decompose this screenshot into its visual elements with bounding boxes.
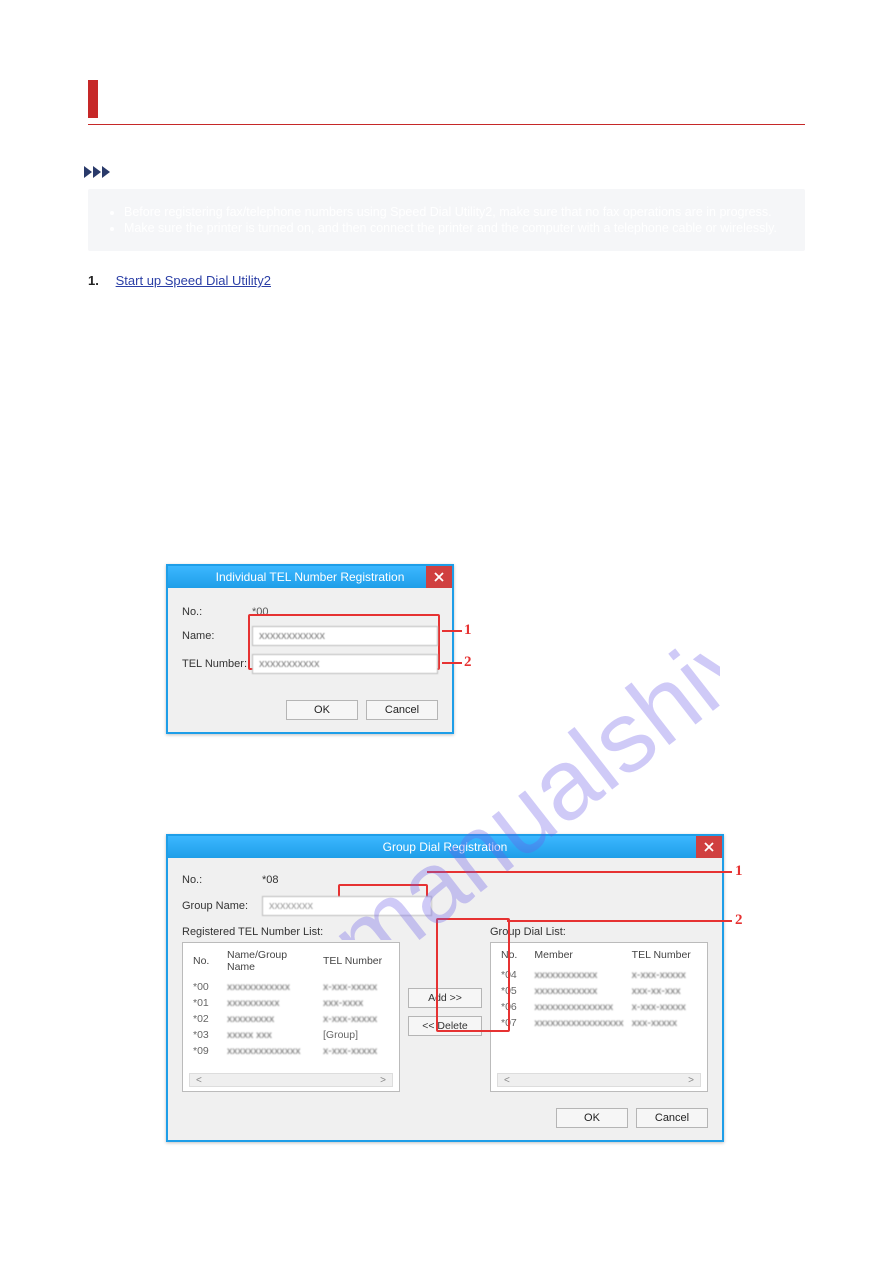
group-name-label: Group Name: — [182, 900, 262, 912]
note-label: Note — [130, 165, 159, 181]
step-number: 2. — [88, 310, 112, 325]
step-subtext: The menu is displayed with the printer n… — [116, 339, 805, 353]
registered-list-col: Registered TEL Number List: No. Name/Gro… — [182, 926, 400, 1092]
callout-2: 2 — [735, 912, 743, 929]
table-row[interactable]: *05xxxxxxxxxxxxxxx-xx-xxx — [497, 983, 701, 999]
title-accent-bar — [88, 80, 98, 118]
startup-link[interactable]: Start up Speed Dial Utility2 — [116, 273, 271, 288]
table-row[interactable]: *04xxxxxxxxxxxxx-xxx-xxxxx — [497, 967, 701, 983]
page-title-block: Registering a Fax/telephone Number Using… — [88, 80, 805, 125]
step-text: Click TEL Number Registration from Setti… — [116, 375, 427, 390]
after-dlg1: 1. Enter name. 2. Enter fax/telephone nu… — [130, 748, 805, 818]
step-number: 4. — [88, 440, 112, 455]
col-member: Member — [530, 947, 627, 967]
cancel-button[interactable]: Cancel — [366, 700, 438, 720]
add-button[interactable]: Add >> — [408, 988, 482, 1008]
group-list-label: Group Dial List: — [490, 926, 708, 938]
page-title: Registering a Fax/telephone Number Using… — [110, 80, 682, 118]
no-label: No.: — [182, 874, 262, 886]
step-number: 5. — [88, 505, 112, 520]
table-row[interactable]: *07xxxxxxxxxxxxxxxxxxxx-xxxxx — [497, 1015, 701, 1031]
group-name-input[interactable] — [262, 896, 432, 916]
no-value: *00 — [252, 606, 269, 618]
step-text: Select a printer from Printer Name: list… — [116, 310, 590, 325]
scrollbar[interactable]: <> — [497, 1073, 701, 1087]
ok-button[interactable]: OK — [556, 1108, 628, 1128]
no-value: *08 — [262, 874, 279, 886]
step-text: Select an unoccupied code from list, and… — [116, 440, 448, 455]
individual-tel-dialog: Individual TEL Number Registration No.: … — [166, 564, 454, 734]
scrollbar[interactable]: <> — [189, 1073, 393, 1087]
step-4: 4. Select an unoccupied code from list, … — [88, 440, 805, 483]
dialog-title-text: Group Dial Registration — [383, 840, 508, 854]
no-label: No.: — [182, 606, 252, 618]
table-row[interactable]: *00xxxxxxxxxxxxx-xxx-xxxxx — [189, 979, 393, 995]
note-box: Before registering fax/telephone numbers… — [88, 189, 805, 251]
col-tel: TEL Number — [319, 947, 393, 979]
name-label: Name: — [182, 630, 252, 642]
step-1: 1. Start up Speed Dial Utility2 — [88, 273, 805, 288]
transfer-buttons: Add >> << Delete — [408, 926, 482, 1092]
dialog-title-text: Individual TEL Number Registration — [216, 570, 405, 584]
group-list-col: Group Dial List: No. Member TEL Number *… — [490, 926, 708, 1092]
note-item: Make sure the printer is turned on, and … — [124, 221, 793, 235]
step-number: 1. — [88, 273, 112, 288]
note-arrows-icon — [84, 165, 122, 179]
callout-1: 1 — [735, 863, 743, 880]
name-input[interactable] — [252, 626, 438, 646]
note-item: Before registering fax/telephone numbers… — [124, 205, 793, 219]
close-button[interactable] — [696, 836, 722, 858]
dialog-titlebar: Group Dial Registration — [168, 836, 722, 858]
ok-button[interactable]: OK — [286, 700, 358, 720]
table-row[interactable]: *02xxxxxxxxxx-xxx-xxxxx — [189, 1011, 393, 1027]
table-row[interactable]: *09xxxxxxxxxxxxxxx-xxx-xxxxx — [189, 1043, 393, 1059]
table-row[interactable]: *01xxxxxxxxxxxxx-xxxx — [189, 995, 393, 1011]
enter-name-text: 1. Enter name. — [130, 748, 805, 762]
step5-bullet-b: If Register group dial is selected: — [130, 804, 805, 818]
delete-button[interactable]: << Delete — [408, 1016, 482, 1036]
tel-label: TEL Number: — [182, 658, 252, 670]
step-subtext: The Individual or Group Selection dialog… — [116, 469, 805, 483]
enter-tel-text: 2. Enter fax/telephone number. — [130, 772, 805, 786]
table-row[interactable]: *03xxxxx xxx[Group] — [189, 1027, 393, 1043]
note-section: Note Before registering fax/telephone nu… — [88, 165, 805, 251]
tel-input[interactable] — [252, 654, 438, 674]
callout-2: 2 — [464, 654, 472, 671]
callout-1: 1 — [464, 622, 472, 639]
step-2: 2. Select a printer from Printer Name: l… — [88, 310, 805, 353]
col-name: Name/Group Name — [223, 947, 319, 979]
cancel-button[interactable]: Cancel — [636, 1108, 708, 1128]
col-no: No. — [497, 947, 530, 967]
col-tel: TEL Number — [628, 947, 701, 967]
col-no: No. — [189, 947, 223, 979]
dialog-group-wrap: Group Dial Registration No.: *08 Group N… — [166, 834, 805, 1142]
close-button[interactable] — [426, 566, 452, 588]
step-number: 3. — [88, 375, 112, 390]
registered-list-label: Registered TEL Number List: — [182, 926, 400, 938]
dialog-individual-wrap: Individual TEL Number Registration No.: … — [166, 564, 805, 734]
dialog-titlebar: Individual TEL Number Registration — [168, 566, 452, 588]
group-dial-list[interactable]: No. Member TEL Number *04xxxxxxxxxxxxx-x… — [490, 942, 708, 1092]
step-subtext: The list of registered fax/telephone num… — [116, 404, 805, 418]
step-5: 5. Click Register individual TEL number … — [88, 505, 805, 548]
step-text: Click Register individual TEL number or … — [116, 505, 588, 520]
group-dial-dialog: Group Dial Registration No.: *08 Group N… — [166, 834, 724, 1142]
table-row[interactable]: *06xxxxxxxxxxxxxxxx-xxx-xxxxx — [497, 999, 701, 1015]
step5-bullet-a: If Register individual TEL number is sel… — [116, 534, 805, 548]
step-3: 3. Click TEL Number Registration from Se… — [88, 375, 805, 418]
registered-list[interactable]: No. Name/Group Name TEL Number *00xxxxxx… — [182, 942, 400, 1092]
page-number: 427 — [88, 1196, 805, 1211]
